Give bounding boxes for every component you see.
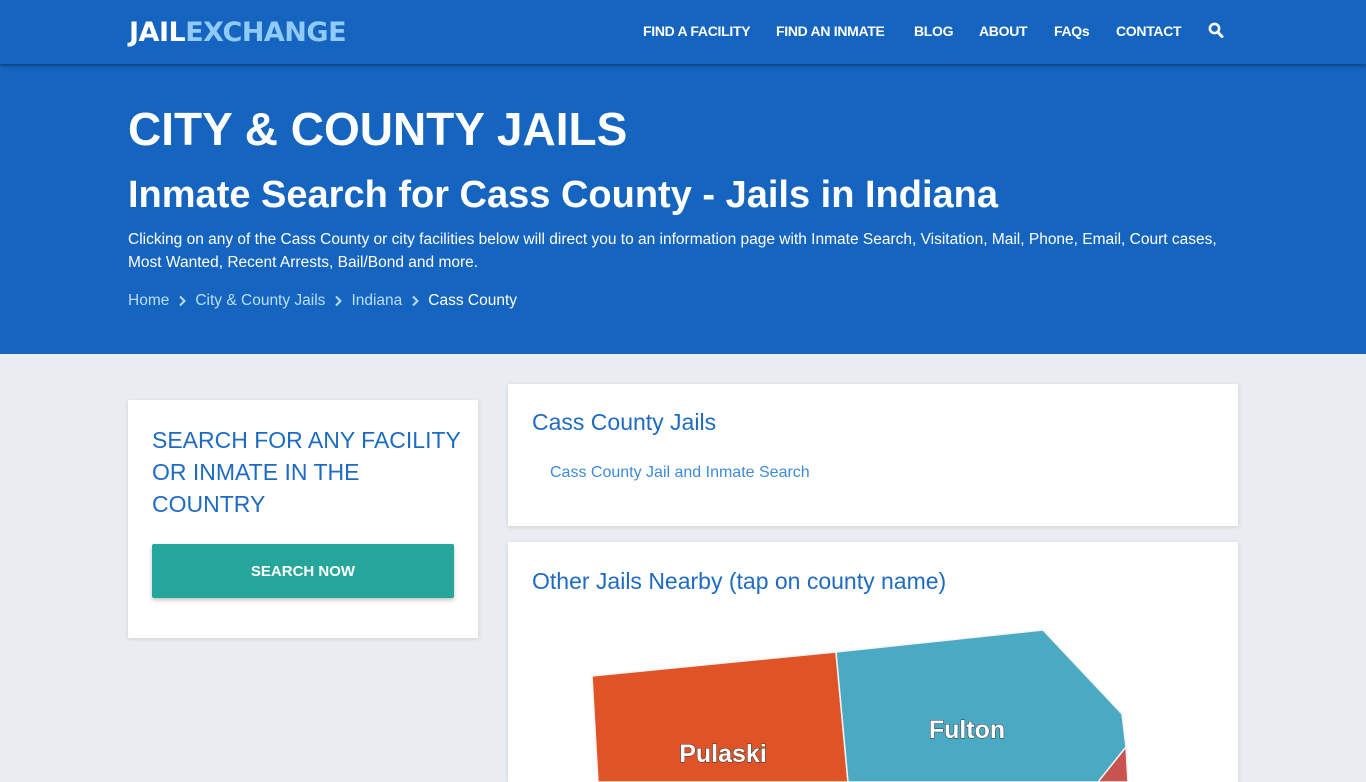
nav-find-a-facility[interactable]: FIND A FACILITY bbox=[643, 23, 751, 39]
breadcrumb-home[interactable]: Home bbox=[128, 292, 169, 310]
site-logo[interactable]: JAILEXCHANGE bbox=[129, 17, 347, 48]
logo-exchange-text: EXCHANGE bbox=[185, 17, 347, 48]
hero-banner: CITY & COUNTY JAILS Inmate Search for Ca… bbox=[0, 64, 1366, 354]
nav-find-an-inmate[interactable]: FIND AN INMATE bbox=[776, 23, 885, 39]
nearby-jails-card: Pulaski Fulton Other Jails Nearby (tap o… bbox=[508, 542, 1238, 782]
breadcrumb: Home City & County Jails Indiana Cass Co… bbox=[128, 292, 517, 310]
county-jails-card: Cass County Jails Cass County Jail and I… bbox=[508, 384, 1238, 526]
breadcrumb-current: Cass County bbox=[428, 292, 518, 309]
page-title: Inmate Search for Cass County - Jails in… bbox=[128, 174, 999, 216]
page-description: Clicking on any of the Cass County or ci… bbox=[128, 231, 1217, 271]
search-icon[interactable] bbox=[1208, 22, 1224, 40]
county-label-fulton[interactable]: Fulton bbox=[928, 716, 1005, 745]
nav-contact[interactable]: CONTACT bbox=[1116, 23, 1182, 39]
chevron-right-icon bbox=[179, 295, 187, 307]
county-jails-heading: Cass County Jails bbox=[532, 409, 717, 435]
search-card-heading: SEARCH FOR ANY FACILITY OR INMATE IN THE… bbox=[152, 427, 461, 517]
nearby-jails-heading: Other Jails Nearby (tap on county name) bbox=[532, 568, 947, 594]
chevron-right-icon bbox=[412, 295, 420, 307]
logo-jail-text: JAIL bbox=[129, 17, 186, 48]
county-label-pulaski[interactable]: Pulaski bbox=[679, 740, 768, 769]
top-navbar: JAILEXCHANGE FIND A FACILITY FIND AN INM… bbox=[0, 0, 1366, 64]
nav-faqs[interactable]: FAQs bbox=[1054, 23, 1090, 39]
chevron-right-icon bbox=[335, 295, 343, 307]
jail-link[interactable]: Cass County Jail and Inmate Search bbox=[550, 464, 810, 482]
search-facility-card: SEARCH FOR ANY FACILITY OR INMATE IN THE… bbox=[128, 400, 478, 638]
breadcrumb-indiana[interactable]: Indiana bbox=[351, 292, 402, 310]
page-category-title: CITY & COUNTY JAILS bbox=[128, 103, 628, 155]
county-fulton[interactable] bbox=[835, 629, 1127, 782]
breadcrumb-city-county-jails[interactable]: City & County Jails bbox=[195, 292, 325, 310]
nav-blog[interactable]: BLOG bbox=[914, 23, 954, 39]
nav-about[interactable]: ABOUT bbox=[979, 23, 1028, 39]
search-now-button[interactable]: SEARCH NOW bbox=[152, 544, 454, 598]
